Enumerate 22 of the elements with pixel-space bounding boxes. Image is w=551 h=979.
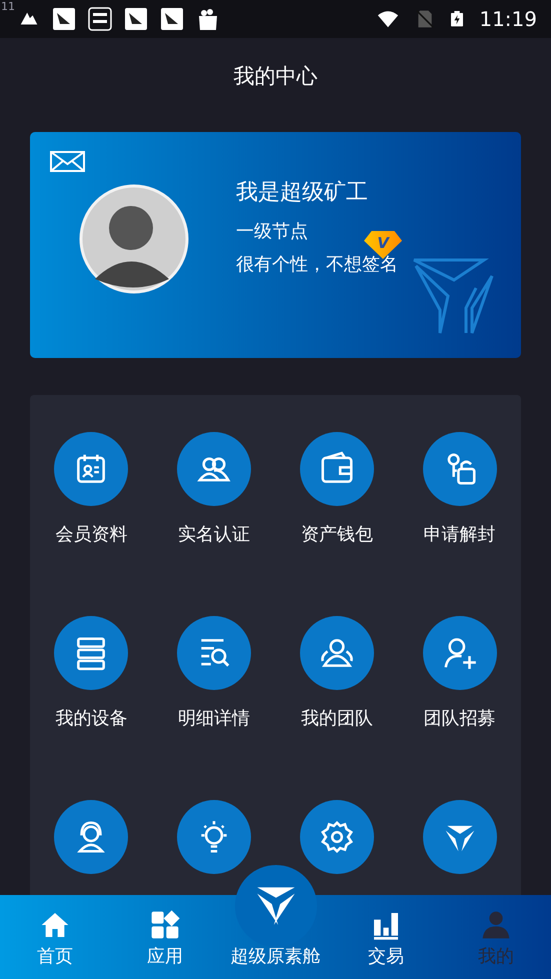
bag-icon — [196, 7, 220, 31]
menu-label: 资产钱包 — [300, 523, 373, 547]
mail-icon[interactable] — [50, 151, 85, 172]
menu-label: 我的设备 — [55, 707, 128, 731]
avatar-icon[interactable] — [79, 184, 189, 294]
menu-label: 团队招募 — [424, 707, 496, 731]
page-title: 我的中心 — [234, 63, 318, 90]
nav-tab[interactable]: 交易 — [331, 895, 441, 979]
menu-label: 明细详情 — [178, 707, 250, 731]
clock-text: 11:19 — [479, 6, 537, 33]
person-icon — [480, 909, 512, 941]
apps-icon — [149, 909, 181, 941]
menu-label: 我的团队 — [300, 707, 373, 731]
logo-watermark-icon — [412, 258, 496, 334]
menu-label: 实名认证 — [178, 523, 250, 547]
status-text: 11 — [1, 1, 15, 12]
node-level: 一级节点 — [236, 220, 308, 244]
user-name: 我是超级矿工 — [236, 179, 369, 207]
menu-label: 会员资料 — [55, 523, 128, 547]
nav-tab[interactable]: 应用 — [110, 895, 220, 979]
nav-tab[interactable]: 首页 — [0, 895, 110, 979]
menu-label: 申请解封 — [424, 523, 496, 547]
